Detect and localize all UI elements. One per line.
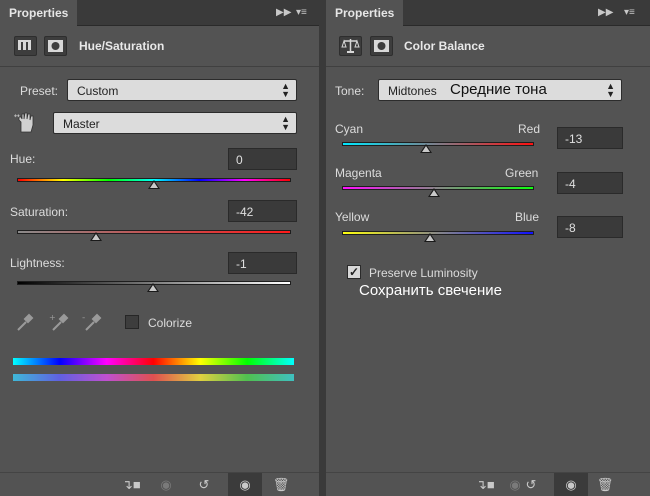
tone-annotation: Средние тона [450, 81, 547, 98]
cyan-red-slider-thumb[interactable] [419, 144, 432, 153]
panel-tab-bar: Properties ▶▶ ▾≡ [326, 0, 650, 26]
yellow-blue-input[interactable]: -8 [557, 216, 623, 238]
output-color-spectrum [13, 374, 294, 381]
green-label: Green [505, 166, 539, 180]
preserve-luminosity-annotation: Сохранить свечение [359, 282, 503, 299]
view-previous-state-icon[interactable]: ◉ [157, 477, 175, 493]
blue-label: Blue [515, 210, 540, 224]
visibility-eye-icon[interactable]: ◉ [554, 473, 588, 496]
saturation-input[interactable]: -42 [228, 200, 297, 222]
visibility-eye-icon[interactable]: ◉ [228, 473, 262, 496]
tone-label: Tone: [335, 84, 365, 98]
channel-value: Master [63, 117, 100, 131]
magenta-green-slider-thumb[interactable] [428, 188, 441, 197]
yellow-label: Yellow [335, 210, 370, 224]
reset-icon[interactable]: ↺ [522, 477, 540, 493]
red-label: Red [518, 122, 541, 136]
yellow-blue-slider-thumb[interactable] [424, 233, 437, 242]
targeted-adjustment-hand-icon[interactable]: ↔ [13, 111, 37, 135]
lightness-input[interactable]: -1 [228, 252, 297, 274]
layer-mask-icon[interactable] [44, 36, 67, 56]
eyedropper-minus-icon[interactable]: - [81, 311, 103, 333]
panel-footer: ↴■ ◉ ↺ ◉ 🗑 [326, 472, 650, 496]
trash-icon[interactable]: 🗑 [596, 477, 614, 493]
hue-label: Hue: [10, 152, 36, 166]
input-color-spectrum [13, 358, 294, 365]
reset-icon[interactable]: ↺ [195, 477, 213, 493]
preset-value: Custom [77, 84, 119, 98]
svg-text:-: - [82, 313, 85, 323]
svg-text:+: + [49, 313, 56, 322]
colorize-checkbox[interactable] [125, 315, 139, 329]
cyan-red-input[interactable]: -13 [557, 127, 623, 149]
yellow-blue-slider-track[interactable] [342, 231, 534, 235]
properties-tab[interactable]: Properties [326, 0, 404, 26]
trash-icon[interactable]: 🗑 [272, 477, 290, 493]
panel-tab-bar: Properties ▶▶ ▾≡ [0, 0, 319, 26]
color-balance-properties-panel: Properties ▶▶ ▾≡ Color Balance Tone: Mid… [326, 0, 650, 496]
hue-saturation-properties-panel: Properties ▶▶ ▾≡ Hue/Saturation Preset: … [0, 0, 319, 496]
panel-menu-icon[interactable]: ▾≡ [624, 6, 635, 20]
adjustment-title: Color Balance [404, 39, 485, 53]
svg-text:↔: ↔ [14, 112, 20, 120]
clip-to-layer-icon[interactable]: ↴■ [122, 477, 141, 493]
panel-menu-icon[interactable]: ▾≡ [296, 6, 307, 20]
tone-value: Midtones [388, 84, 437, 98]
magenta-green-input[interactable]: -4 [557, 172, 623, 194]
lightness-slider-thumb[interactable] [146, 283, 159, 292]
saturation-label: Saturation: [10, 205, 69, 219]
preset-dropdown[interactable]: Custom ▲ ▼ [67, 79, 297, 101]
scales-icon [339, 36, 362, 56]
hue-slider-thumb[interactable] [148, 180, 160, 189]
collapse-arrows-icon[interactable]: ▶▶ [276, 6, 291, 20]
saturation-slider-track[interactable] [17, 230, 291, 234]
hue-saturation-adjustment-icon [14, 36, 37, 56]
adjustment-header: Color Balance [326, 27, 650, 67]
magenta-label: Magenta [335, 166, 382, 180]
updown-arrows-icon: ▲ ▼ [281, 81, 290, 99]
properties-tab[interactable]: Properties [0, 0, 78, 26]
cyan-label: Cyan [335, 122, 364, 136]
collapse-arrows-icon[interactable]: ▶▶ [598, 6, 613, 20]
hue-input[interactable]: 0 [228, 148, 297, 170]
lightness-label: Lightness: [10, 256, 65, 270]
adjustment-header: Hue/Saturation [0, 27, 319, 67]
saturation-slider-thumb[interactable] [90, 232, 103, 241]
eyedropper-plus-icon[interactable]: + [48, 311, 70, 333]
panel-footer: ↴■ ◉ ↺ ◉ 🗑 [0, 472, 319, 496]
preserve-luminosity-label: Preserve Luminosity [369, 266, 478, 280]
eyedropper-icon[interactable] [14, 311, 36, 333]
layer-mask-icon[interactable] [370, 36, 393, 56]
updown-arrows-icon: ▲ ▼ [281, 114, 290, 132]
colorize-label: Colorize [148, 316, 193, 330]
channel-dropdown[interactable]: Master ▲ ▼ [53, 112, 297, 134]
cyan-red-slider-track[interactable] [342, 142, 534, 146]
clip-to-layer-icon[interactable]: ↴■ [476, 477, 495, 493]
updown-arrows-icon: ▲ ▼ [606, 81, 615, 99]
panel-divider [319, 0, 326, 496]
preserve-luminosity-checkbox[interactable]: ✓ [347, 265, 361, 279]
adjustment-title: Hue/Saturation [79, 39, 165, 53]
preset-label: Preset: [20, 84, 59, 98]
